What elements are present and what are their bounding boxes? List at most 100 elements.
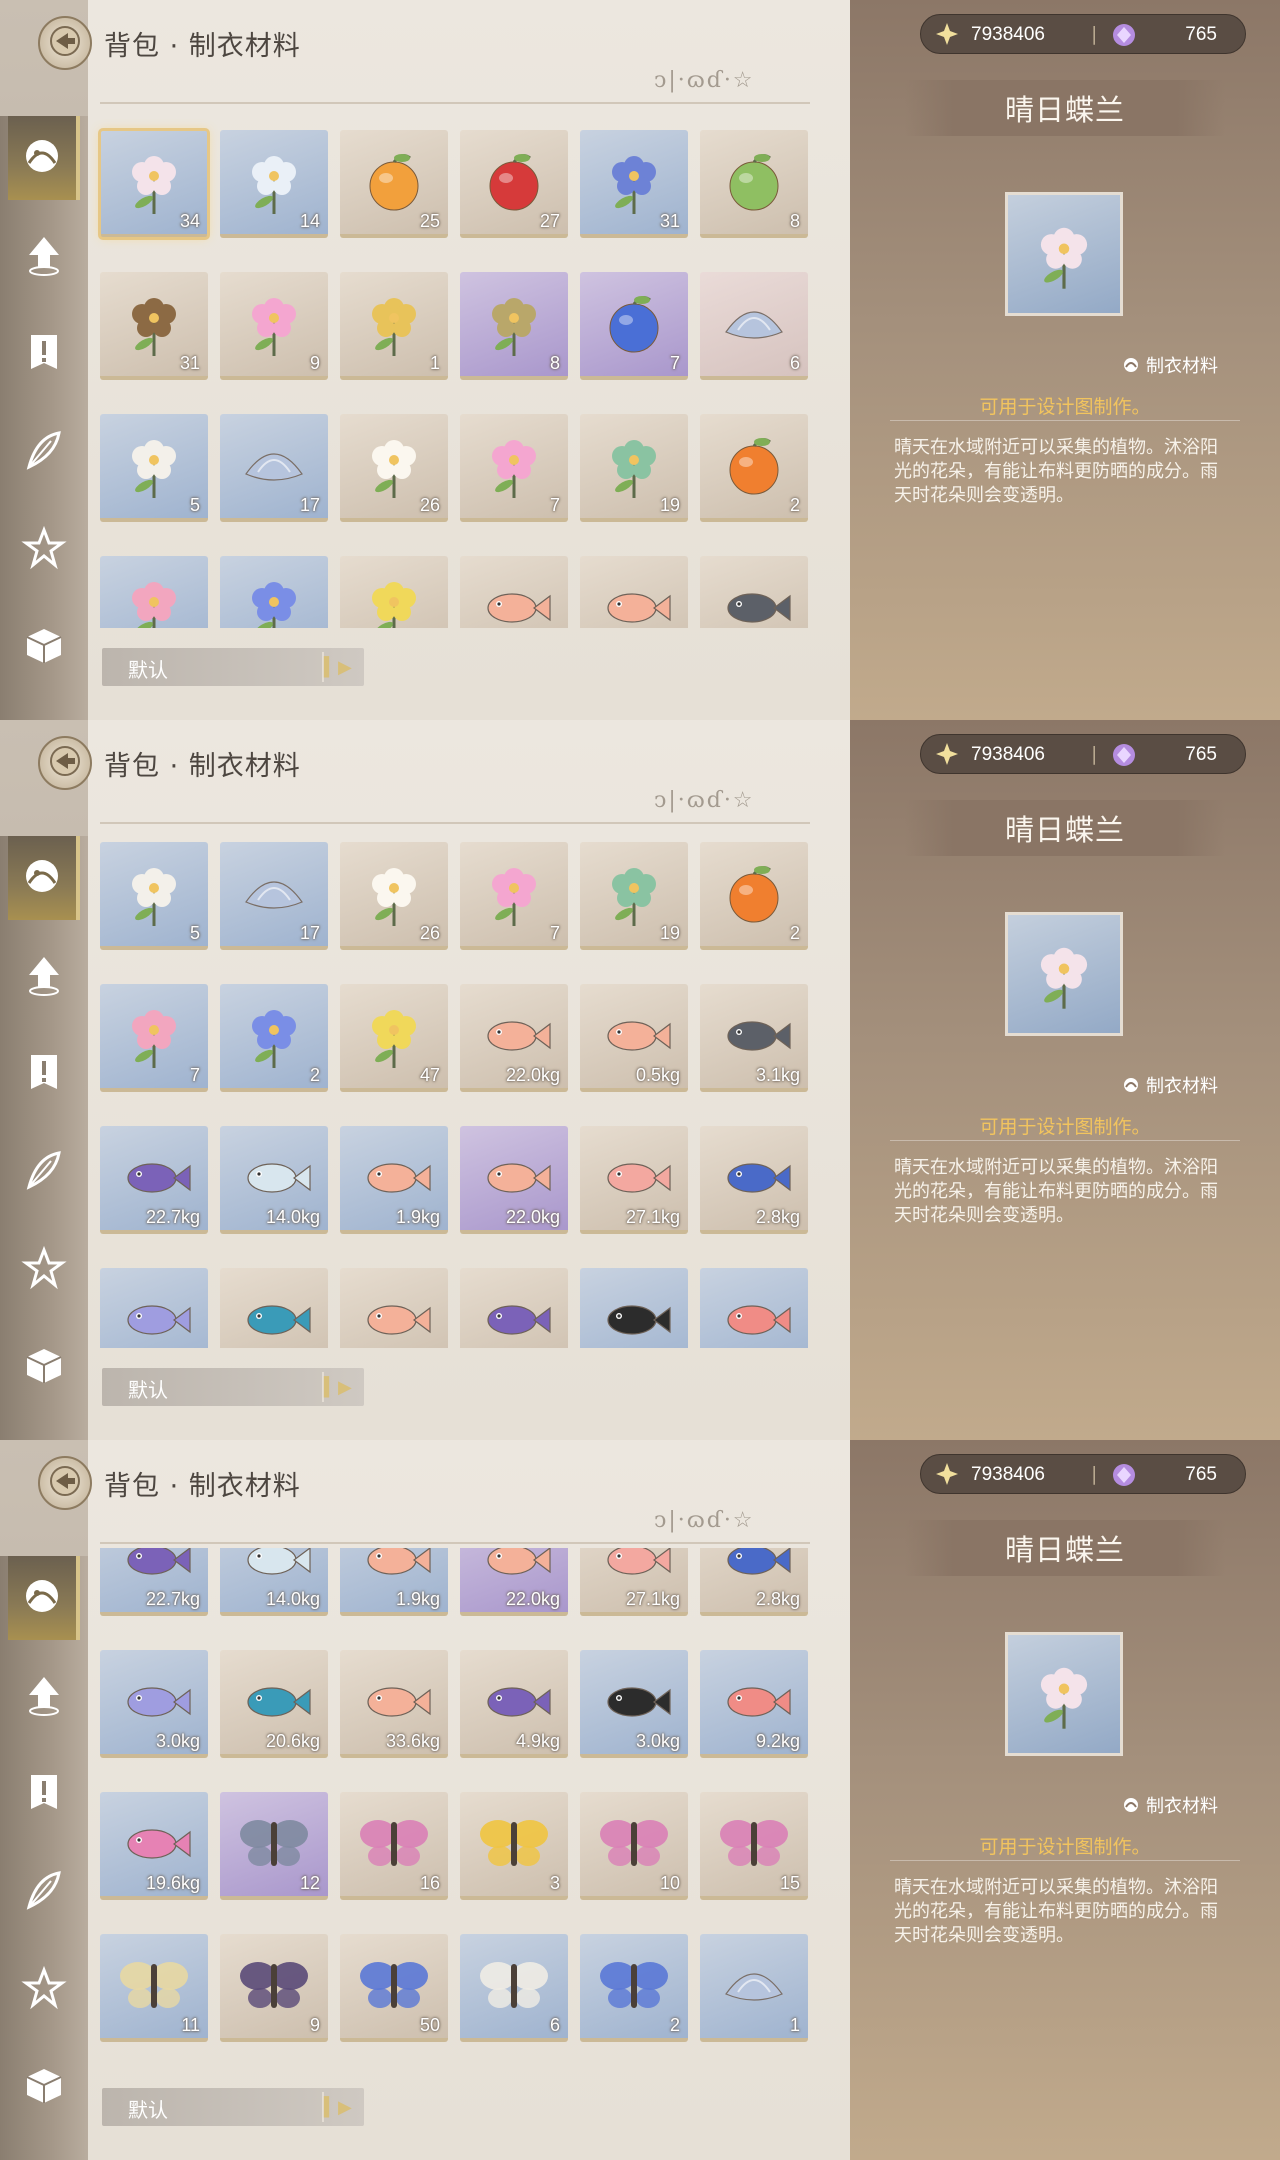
inventory-slot[interactable]: 9.2kg <box>700 1268 808 1348</box>
inventory-slot[interactable]: 4.9kg <box>460 1268 568 1348</box>
inventory-slot[interactable]: 22.7kg <box>100 1548 208 1616</box>
inventory-slot[interactable]: 26 <box>340 842 448 950</box>
inventory-slot[interactable]: 11 <box>100 1934 208 2042</box>
inventory-slot[interactable]: 9 <box>220 272 328 380</box>
sort-toggle-icon[interactable]: ▍▶ <box>322 1372 352 1402</box>
clothing-material-tab-button[interactable] <box>8 116 80 200</box>
clothing-material-tab-button[interactable] <box>8 1556 80 1640</box>
inventory-slot[interactable]: 8 <box>460 272 568 380</box>
inventory-slot[interactable] <box>700 556 808 628</box>
back-button[interactable] <box>38 1456 92 1510</box>
star-tab-button[interactable] <box>8 1948 80 2032</box>
upgrade-tab-button[interactable] <box>8 934 80 1018</box>
inventory-slot[interactable]: 22.0kg <box>460 1548 568 1616</box>
inventory-slot[interactable]: 15 <box>700 1792 808 1900</box>
inventory-slot[interactable]: 2.8kg <box>700 1548 808 1616</box>
inventory-slot[interactable]: 27 <box>460 130 568 238</box>
inventory-slot[interactable]: 25 <box>340 130 448 238</box>
inventory-slot[interactable]: 22.0kg <box>460 1126 568 1234</box>
inventory-slot[interactable]: 1.9kg <box>340 1548 448 1616</box>
sort-toggle-icon[interactable]: ▍▶ <box>322 652 352 682</box>
inventory-slot[interactable]: 7 <box>460 414 568 522</box>
inventory-slot[interactable]: 3.0kg <box>100 1268 208 1348</box>
inventory-slot[interactable]: 19.6kg <box>100 1792 208 1900</box>
inventory-slot[interactable]: 2 <box>220 984 328 1092</box>
inventory-slot[interactable]: 3 <box>460 1792 568 1900</box>
inventory-slot[interactable]: 2 <box>700 842 808 950</box>
inventory-slot[interactable]: 14 <box>220 130 328 238</box>
inventory-slot[interactable] <box>220 556 328 628</box>
sort-dropdown[interactable]: 默认 ▍▶ <box>102 648 364 686</box>
inventory-slot[interactable]: 0.5kg <box>580 984 688 1092</box>
box-tab-button[interactable] <box>8 606 80 690</box>
quest-tab-button[interactable] <box>8 1752 80 1836</box>
inventory-slot[interactable]: 17 <box>220 414 328 522</box>
inventory-slot[interactable]: 19 <box>580 414 688 522</box>
clothing-material-tab-button[interactable] <box>8 836 80 920</box>
inventory-slot[interactable]: 16 <box>340 1792 448 1900</box>
inventory-slot[interactable]: 3.1kg <box>700 984 808 1092</box>
inventory-slot[interactable]: 3.0kg <box>100 1650 208 1758</box>
box-tab-button[interactable] <box>8 2046 80 2130</box>
inventory-slot[interactable]: 17 <box>220 842 328 950</box>
quest-tab-button[interactable] <box>8 1032 80 1116</box>
back-button[interactable] <box>38 16 92 70</box>
inventory-slot[interactable]: 20.6kg <box>220 1268 328 1348</box>
inventory-slot[interactable] <box>580 556 688 628</box>
inventory-slot[interactable]: 9.2kg <box>700 1650 808 1758</box>
quest-tab-button[interactable] <box>8 312 80 396</box>
inventory-slot[interactable]: 34 <box>98 128 210 240</box>
upgrade-tab-button[interactable] <box>8 214 80 298</box>
inventory-slot[interactable]: 10 <box>580 1792 688 1900</box>
inventory-slot[interactable]: 2 <box>580 1934 688 2042</box>
inventory-slot[interactable]: 5 <box>100 842 208 950</box>
inventory-slot[interactable]: 2 <box>700 414 808 522</box>
inventory-slot[interactable] <box>100 556 208 628</box>
inventory-slot[interactable]: 2.8kg <box>700 1126 808 1234</box>
inventory-slot[interactable]: 5 <box>100 414 208 522</box>
inventory-slot[interactable]: 33.6kg <box>340 1268 448 1348</box>
inventory-slot[interactable]: 27.1kg <box>580 1548 688 1616</box>
inventory-slot[interactable]: 27.1kg <box>580 1126 688 1234</box>
inventory-slot[interactable]: 31 <box>580 130 688 238</box>
inventory-slot[interactable]: 22.7kg <box>100 1126 208 1234</box>
inventory-slot[interactable]: 26 <box>340 414 448 522</box>
inventory-slot[interactable]: 1 <box>340 272 448 380</box>
star-tab-button[interactable] <box>8 1228 80 1312</box>
inventory-slot[interactable]: 1.9kg <box>340 1126 448 1234</box>
sort-toggle-icon[interactable]: ▍▶ <box>322 2092 352 2122</box>
inventory-slot[interactable]: 1 <box>700 1934 808 2042</box>
inventory-slot[interactable]: 7 <box>580 272 688 380</box>
sort-dropdown[interactable]: 默认 ▍▶ <box>102 1368 364 1406</box>
inventory-slot[interactable]: 7 <box>460 842 568 950</box>
inventory-slot[interactable]: 33.6kg <box>340 1650 448 1758</box>
inventory-slot[interactable]: 7 <box>100 984 208 1092</box>
star-tab-button[interactable] <box>8 508 80 592</box>
feather-tab-button[interactable] <box>8 410 80 494</box>
inventory-slot[interactable]: 50 <box>340 1934 448 2042</box>
inventory-slot[interactable]: 8 <box>700 130 808 238</box>
feather-tab-button[interactable] <box>8 1130 80 1214</box>
inventory-slot[interactable]: 47 <box>340 984 448 1092</box>
inventory-slot[interactable]: 6 <box>700 272 808 380</box>
inventory-slot[interactable]: 22.0kg <box>460 984 568 1092</box>
box-tab-button[interactable] <box>8 1326 80 1410</box>
back-button[interactable] <box>38 736 92 790</box>
inventory-slot[interactable]: 14.0kg <box>220 1548 328 1616</box>
inventory-slot[interactable]: 3.0kg <box>580 1650 688 1758</box>
inventory-slot[interactable]: 6 <box>460 1934 568 2042</box>
sort-dropdown[interactable]: 默认 ▍▶ <box>102 2088 364 2126</box>
inventory-slot[interactable]: 14.0kg <box>220 1126 328 1234</box>
inventory-slot[interactable]: 20.6kg <box>220 1650 328 1758</box>
inventory-slot[interactable]: 3.0kg <box>580 1268 688 1348</box>
red-berry-icon <box>474 140 554 220</box>
inventory-slot[interactable] <box>460 556 568 628</box>
upgrade-tab-button[interactable] <box>8 1654 80 1738</box>
inventory-slot[interactable] <box>340 556 448 628</box>
inventory-slot[interactable]: 4.9kg <box>460 1650 568 1758</box>
inventory-slot[interactable]: 12 <box>220 1792 328 1900</box>
inventory-slot[interactable]: 9 <box>220 1934 328 2042</box>
inventory-slot[interactable]: 19 <box>580 842 688 950</box>
feather-tab-button[interactable] <box>8 1850 80 1934</box>
inventory-slot[interactable]: 31 <box>100 272 208 380</box>
